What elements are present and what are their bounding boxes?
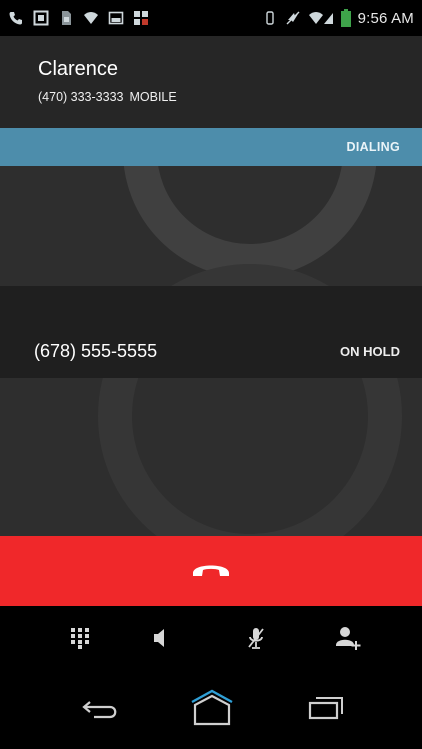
phone-icon — [8, 10, 24, 26]
call-area: Clarence (470) 333-3333 MOBILE DIALING (… — [0, 36, 422, 536]
back-icon — [80, 696, 120, 725]
sim-icon — [58, 10, 74, 26]
home-button[interactable] — [186, 688, 238, 732]
mute-icon — [285, 10, 301, 26]
dialpad-button[interactable] — [60, 620, 100, 660]
mute-button[interactable] — [236, 620, 276, 660]
photo-icon — [33, 10, 49, 26]
caller-name: Clarence — [38, 58, 119, 80]
navigation-bar — [0, 674, 422, 749]
call-status-label: DIALING — [346, 140, 400, 154]
add-call-button[interactable] — [328, 620, 368, 660]
speaker-icon — [152, 627, 168, 654]
vibrate-icon — [262, 10, 278, 26]
status-bar-left-icons — [8, 0, 149, 36]
call-status-strip: DIALING — [0, 128, 422, 166]
caller-number-row: (470) 333-3333 MOBILE — [38, 90, 177, 104]
end-call-icon — [191, 559, 231, 584]
status-bar: 9:56 AM — [0, 0, 422, 36]
clock: 9:56 AM — [357, 9, 414, 27]
image-icon — [108, 10, 124, 26]
caller-number: (470) 333-3333 — [38, 90, 124, 104]
end-call-button[interactable] — [0, 536, 422, 606]
recent-apps-button[interactable] — [300, 688, 352, 732]
call-action-bar — [0, 606, 422, 674]
active-call-header: Clarence (470) 333-3333 MOBILE — [0, 36, 422, 128]
caller-number-type: MOBILE — [129, 90, 177, 104]
phone-screen: 9:56 AM Clarence (470) 333-3333 MOBILE D… — [0, 0, 422, 749]
back-button[interactable] — [74, 688, 126, 732]
held-call-row[interactable]: (678) 555-5555 ON HOLD — [0, 286, 422, 378]
qr-icon — [133, 10, 149, 26]
wifi-signal-icon — [308, 10, 334, 26]
dialpad-icon — [70, 627, 90, 654]
held-call-status: ON HOLD — [340, 344, 400, 359]
recent-apps-icon — [306, 695, 346, 726]
held-call-number: (678) 555-5555 — [34, 341, 158, 361]
home-icon — [189, 689, 235, 732]
speaker-button[interactable] — [140, 620, 180, 660]
wifi-icon — [83, 10, 99, 26]
battery-icon — [340, 9, 351, 27]
add-call-icon — [335, 625, 361, 656]
mute-mic-icon — [246, 626, 266, 655]
status-bar-right-icons: 9:56 AM — [262, 0, 414, 36]
